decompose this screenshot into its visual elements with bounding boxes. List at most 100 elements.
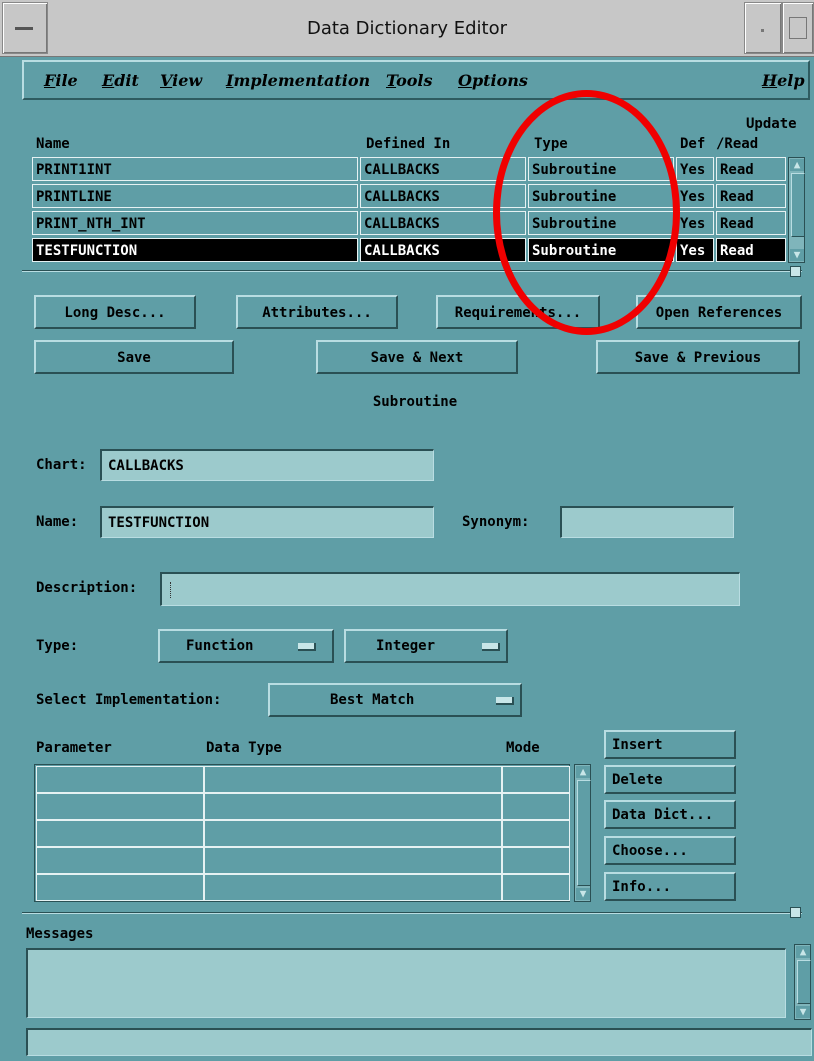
- chart-label: Chart:: [36, 457, 87, 473]
- info-button[interactable]: Info...: [604, 872, 736, 901]
- cell-update: Read: [716, 211, 786, 235]
- scroll-down-icon[interactable]: ▼: [790, 249, 804, 261]
- section-title: Subroutine: [372, 394, 458, 410]
- return-type-value: Integer: [376, 638, 436, 654]
- save-button[interactable]: Save: [34, 340, 234, 374]
- synonym-field[interactable]: [560, 506, 734, 538]
- pane-separator: [22, 270, 802, 272]
- menu-help[interactable]: Help: [762, 71, 805, 90]
- param-cell[interactable]: [204, 820, 502, 847]
- function-type-option-menu[interactable]: Function: [158, 629, 334, 663]
- save-next-button[interactable]: Save & Next: [316, 340, 518, 374]
- menu-edit[interactable]: Edit: [102, 71, 139, 90]
- param-cell[interactable]: [502, 793, 570, 820]
- implementation-option-menu[interactable]: Best Match: [268, 683, 522, 717]
- minimize-icon: [761, 29, 764, 32]
- col-header-def: Def: [680, 136, 706, 152]
- param-cell[interactable]: [204, 793, 502, 820]
- status-line: [26, 1028, 812, 1056]
- scroll-down-icon[interactable]: ▼: [576, 888, 590, 900]
- col-header-name: Name: [36, 136, 70, 152]
- param-cell[interactable]: [36, 793, 204, 820]
- col-header-update-line1: Update: [746, 116, 797, 132]
- cell-update: Read: [716, 184, 786, 208]
- option-menu-indicator-icon: [298, 643, 316, 651]
- scroll-up-icon[interactable]: ▲: [790, 159, 804, 171]
- name-label: Name:: [36, 514, 79, 530]
- scroll-up-icon[interactable]: ▲: [576, 766, 590, 778]
- long-desc-button[interactable]: Long Desc...: [34, 295, 196, 329]
- scrollbar-thumb[interactable]: [797, 960, 811, 1004]
- param-cell[interactable]: [204, 874, 502, 901]
- param-cell[interactable]: [204, 847, 502, 874]
- param-cell[interactable]: [502, 847, 570, 874]
- menu-view[interactable]: View: [160, 71, 202, 90]
- save-previous-button[interactable]: Save & Previous: [596, 340, 800, 374]
- cell-name: PRINT_NTH_INT: [32, 211, 358, 235]
- parameter-table[interactable]: [34, 764, 570, 902]
- col-header-parameter: Parameter: [36, 740, 112, 756]
- param-cell[interactable]: [502, 820, 570, 847]
- description-field[interactable]: [160, 572, 740, 606]
- menu-options[interactable]: Options: [458, 71, 528, 90]
- minimize-button[interactable]: [744, 2, 782, 54]
- type-label: Type:: [36, 638, 79, 654]
- cell-def: Yes: [676, 238, 714, 262]
- select-implementation-label: Select Implementation:: [36, 692, 222, 708]
- maximize-icon: [789, 17, 807, 39]
- implementation-value: Best Match: [330, 692, 415, 708]
- cell-def: Yes: [676, 211, 714, 235]
- messages-scrollbar[interactable]: ▲ ▼: [794, 944, 811, 1020]
- scrollbar-thumb[interactable]: [577, 780, 591, 886]
- synonym-label: Synonym:: [462, 514, 530, 530]
- param-cell[interactable]: [36, 874, 204, 901]
- pane-sash-handle[interactable]: [790, 266, 801, 277]
- param-cell[interactable]: [36, 847, 204, 874]
- cell-update: Read: [716, 157, 786, 181]
- delete-button[interactable]: Delete: [604, 765, 736, 794]
- scrollbar-thumb[interactable]: [791, 173, 805, 237]
- param-cell[interactable]: [502, 874, 570, 901]
- data-dict-button[interactable]: Data Dict...: [604, 800, 736, 829]
- scroll-down-icon[interactable]: ▼: [796, 1006, 810, 1018]
- parameter-scrollbar[interactable]: ▲ ▼: [574, 764, 591, 902]
- cell-name: PRINTLINE: [32, 184, 358, 208]
- messages-area[interactable]: [26, 948, 786, 1018]
- attributes-button[interactable]: Attributes...: [236, 295, 398, 329]
- scroll-up-icon[interactable]: ▲: [796, 946, 810, 958]
- menu-tools[interactable]: Tools: [386, 71, 433, 90]
- function-type-value: Function: [186, 638, 254, 654]
- table-scrollbar[interactable]: ▲ ▼: [788, 157, 805, 263]
- insert-button[interactable]: Insert: [604, 730, 736, 759]
- text-cursor-icon: [170, 582, 173, 598]
- pane-sash-handle[interactable]: [790, 907, 801, 918]
- option-menu-indicator-icon: [496, 697, 514, 705]
- param-cell[interactable]: [204, 766, 502, 793]
- chart-field[interactable]: CALLBACKS: [100, 449, 434, 481]
- param-cell[interactable]: [36, 766, 204, 793]
- cell-def: Yes: [676, 184, 714, 208]
- menu-file[interactable]: File: [44, 71, 78, 90]
- param-cell[interactable]: [502, 766, 570, 793]
- highlight-circle-annotation: [493, 90, 680, 335]
- option-menu-indicator-icon: [482, 643, 500, 651]
- pane-separator: [22, 912, 802, 914]
- data-dictionary-editor-window: Data Dictionary Editor File Edit View Im…: [0, 0, 814, 1061]
- param-cell[interactable]: [36, 820, 204, 847]
- cell-name: PRINT1INT: [32, 157, 358, 181]
- return-type-option-menu[interactable]: Integer: [344, 629, 508, 663]
- menu-implementation[interactable]: Implementation: [226, 71, 370, 90]
- maximize-button[interactable]: [782, 2, 814, 54]
- menu-bar: File Edit View Implementation Tools Opti…: [22, 60, 810, 100]
- open-references-button[interactable]: Open References: [636, 295, 802, 329]
- cell-update: Read: [716, 238, 786, 262]
- col-header-defined-in: Defined In: [366, 136, 451, 152]
- col-header-mode: Mode: [506, 740, 540, 756]
- messages-label: Messages: [26, 926, 94, 942]
- title-bar[interactable]: Data Dictionary Editor: [0, 0, 814, 57]
- cell-def: Yes: [676, 157, 714, 181]
- name-field[interactable]: TESTFUNCTION: [100, 506, 434, 538]
- choose-button[interactable]: Choose...: [604, 836, 736, 865]
- col-header-data-type: Data Type: [206, 740, 282, 756]
- col-header-update-line2: /Read: [716, 136, 759, 152]
